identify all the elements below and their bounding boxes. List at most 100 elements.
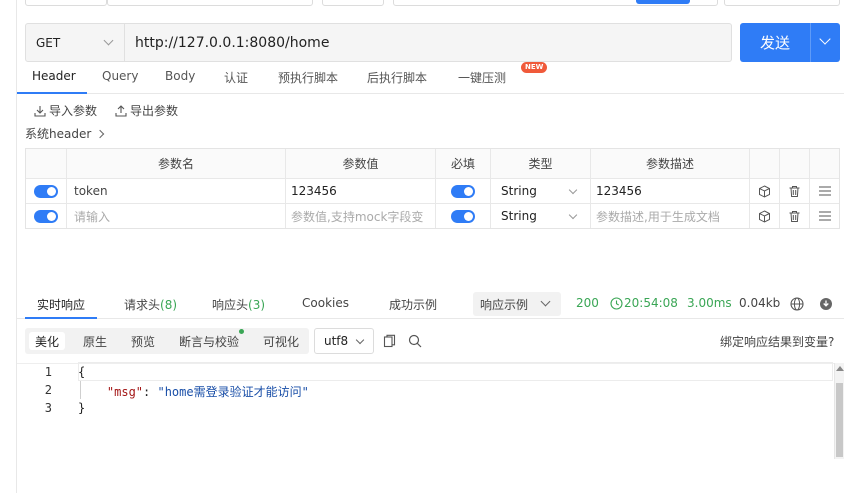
tab-live-response[interactable]: 实时响应 [37, 296, 85, 313]
active-tab-indicator [17, 92, 87, 94]
param-value-input[interactable]: 123456 [286, 179, 436, 203]
required-toggle[interactable] [451, 209, 475, 223]
json-colon: : [143, 385, 158, 399]
table-row: token 123456 String 123456 [26, 179, 839, 204]
tab-pre-script[interactable]: 预执行脚本 [278, 69, 338, 86]
cube-icon[interactable] [758, 209, 771, 223]
copy-icon[interactable] [383, 334, 396, 348]
response-headers-count: (3) [248, 298, 266, 312]
chevron-right-icon [96, 129, 105, 138]
globe-icon[interactable] [790, 297, 804, 311]
response-example-select[interactable]: 响应示例 [473, 292, 561, 316]
response-example-label: 响应示例 [480, 297, 529, 312]
header-toggle-col [26, 149, 67, 178]
assertion-status-dot [239, 329, 244, 334]
view-assertions[interactable]: 断言与校验 [173, 332, 245, 350]
system-header-label: 系统header [25, 127, 92, 141]
tab-cookies[interactable]: Cookies [302, 296, 349, 310]
url-input[interactable]: http://127.0.0.1:8080/home [125, 23, 732, 62]
tab-request-headers[interactable]: 请求头(8) [124, 296, 177, 313]
type-value: String [501, 184, 537, 198]
method-value: GET [36, 35, 61, 50]
send-options-button[interactable] [810, 23, 840, 62]
table-row: 请输入 参数值,支持mock字段变 String 参数描述,用于生成文档 [26, 204, 839, 228]
view-visualize[interactable]: 可视化 [257, 332, 305, 350]
top-field-end[interactable] [724, 0, 840, 6]
cube-cell [750, 179, 780, 203]
json-value: "home需登录验证才能访问" [157, 385, 309, 399]
current-line-highlight [78, 362, 833, 381]
chevron-down-icon [568, 210, 578, 220]
clock-icon [610, 297, 623, 310]
description-input[interactable]: 参数描述,用于生成文档 [591, 204, 750, 228]
drag-handle-icon[interactable] [818, 185, 832, 197]
header-action-2 [780, 149, 810, 178]
tab-stress-test[interactable]: 一键压测 [458, 69, 506, 86]
tab-success-example[interactable]: 成功示例 [389, 296, 437, 313]
chevron-down-icon [103, 35, 114, 46]
code-line-1: { [78, 365, 86, 379]
send-label: 发送 [759, 34, 790, 52]
line-number: 1 [44, 365, 52, 379]
export-label: 导出参数 [130, 104, 179, 118]
delete-cell [780, 179, 810, 203]
request-tabs: Header Query Body 认证 预执行脚本 后执行脚本 一键压测 [17, 66, 844, 94]
response-time: 20:54:08 [624, 296, 678, 310]
top-field-left[interactable] [25, 0, 107, 6]
top-field-small[interactable] [322, 0, 384, 6]
trash-icon[interactable] [788, 185, 801, 198]
param-value-input[interactable]: 参数值,支持mock字段变 [286, 204, 436, 228]
tab-header[interactable]: Header [32, 69, 76, 83]
system-header-toggle[interactable]: 系统header [25, 125, 105, 142]
required-cell [436, 179, 491, 203]
line-number: 3 [44, 401, 52, 415]
row-enable-cell [26, 204, 67, 228]
status-code: 200 [576, 296, 599, 310]
tab-post-script[interactable]: 后执行脚本 [367, 69, 427, 86]
tab-body[interactable]: Body [165, 69, 195, 83]
description-input[interactable]: 123456 [591, 179, 750, 203]
tab-auth[interactable]: 认证 [224, 69, 248, 86]
scroll-up-arrow-icon[interactable] [836, 366, 844, 371]
view-preview[interactable]: 预览 [125, 332, 161, 350]
search-icon[interactable] [408, 334, 422, 348]
view-raw[interactable]: 原生 [77, 332, 113, 350]
trash-icon[interactable] [788, 210, 801, 223]
new-badge: NEW [521, 62, 548, 73]
response-duration: 3.00ms [687, 296, 732, 310]
json-key: "msg" [106, 385, 144, 399]
header-type: 类型 [491, 149, 591, 178]
drag-handle-icon[interactable] [818, 210, 832, 222]
type-select[interactable]: String [491, 204, 591, 228]
tab-response-headers[interactable]: 响应头(3) [212, 296, 265, 313]
required-cell [436, 204, 491, 228]
export-icon [115, 104, 127, 117]
line-number: 2 [44, 383, 52, 397]
encoding-select[interactable]: utf8 [314, 328, 374, 354]
scrollbar-thumb[interactable] [836, 383, 843, 457]
header-param-name: 参数名 [67, 149, 286, 178]
url-value: http://127.0.0.1:8080/home [135, 34, 330, 51]
drag-cell [810, 179, 839, 203]
view-mode-group: 美化 原生 预览 断言与校验 可视化 [25, 328, 309, 354]
download-icon[interactable] [819, 297, 833, 311]
param-name-input[interactable]: token [67, 179, 286, 203]
code-line-2: "msg": "home需登录验证才能访问" [78, 383, 309, 400]
send-button[interactable]: 发送 [740, 23, 810, 62]
chevron-down-icon [819, 33, 831, 45]
row-enable-toggle[interactable] [34, 209, 58, 223]
row-enable-toggle[interactable] [34, 184, 58, 198]
cube-icon[interactable] [758, 184, 771, 198]
view-beautify[interactable]: 美化 [29, 332, 66, 350]
tab-query[interactable]: Query [102, 69, 138, 83]
top-blue-button[interactable] [636, 0, 690, 4]
method-select[interactable]: GET [25, 23, 125, 62]
import-params-button[interactable]: 导入参数 [34, 102, 97, 119]
top-field-middle[interactable] [107, 0, 313, 6]
param-name-input[interactable]: 请输入 [67, 204, 286, 228]
left-gutter [0, 0, 17, 493]
bind-response-variable-link[interactable]: 绑定响应结果到变量? [720, 333, 834, 350]
required-toggle[interactable] [451, 184, 475, 198]
export-params-button[interactable]: 导出参数 [115, 102, 178, 119]
type-select[interactable]: String [491, 179, 591, 203]
